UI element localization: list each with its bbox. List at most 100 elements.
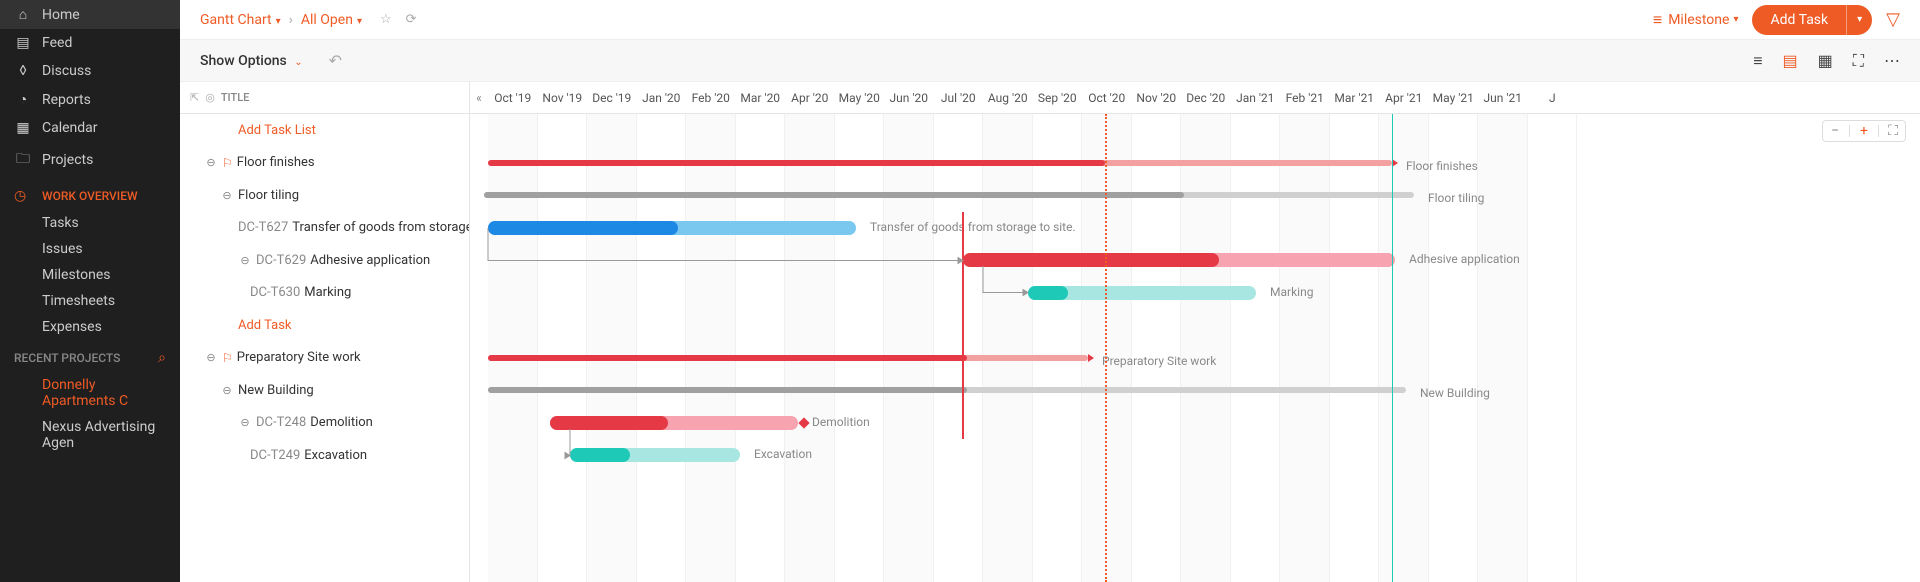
collapse-icon[interactable]: ⊖ [204, 156, 218, 169]
gantt-bar-progress [488, 355, 967, 361]
sidebar-item-timesheets[interactable]: Timesheets [0, 288, 180, 314]
add-task-button[interactable]: Add Task ▾ [1752, 5, 1872, 35]
month-header: Feb '21 [1280, 91, 1330, 105]
task-id: DC-T248 [256, 415, 306, 430]
view-selector[interactable]: Gantt Chart▾ [200, 12, 281, 28]
sidebar-item-home[interactable]: ⌂Home [0, 0, 180, 29]
sidebar-item-feed[interactable]: ▤Feed [0, 29, 180, 57]
task-row[interactable]: Add Task List [180, 114, 469, 147]
undo-icon[interactable]: ↶ [329, 51, 342, 70]
zoom-in-icon[interactable]: + [1856, 123, 1872, 139]
task-title: Floor tiling [238, 188, 299, 203]
gantt-panel[interactable]: « Oct '19Nov '19Dec '19Jan '20Feb '20Mar… [470, 82, 1920, 582]
refresh-icon[interactable]: ⟳ [406, 12, 417, 27]
work-overview-label: WORK OVERVIEW [42, 189, 138, 203]
filter-selector[interactable]: All Open▾ [301, 12, 362, 28]
gantt-bar[interactable]: Marking [1028, 286, 1256, 300]
fit-icon[interactable]: ⛶ [1885, 123, 1901, 139]
sidebar-item-calendar[interactable]: ▦ Calendar [0, 114, 180, 142]
gantt-bar[interactable]: Demolition [550, 416, 798, 430]
sidebar-item-label: Discuss [42, 63, 91, 79]
gantt-bar[interactable]: Excavation [570, 448, 740, 462]
clock-icon: ◷ [14, 188, 32, 204]
content: ⇱ ◎ TITLE Add Task List⊖⚐Floor finishes⊖… [180, 82, 1920, 582]
calendar-icon: ▦ [14, 120, 32, 136]
gantt-bar[interactable]: Floor tiling [484, 192, 1414, 198]
discuss-icon: ◊ [14, 63, 32, 79]
milestone-selector[interactable]: ≡ Milestone ▾ [1653, 10, 1739, 30]
task-row[interactable]: Add Task [180, 309, 469, 342]
month-header: May '21 [1429, 91, 1479, 105]
task-row[interactable]: ⊖ DC-T248 Demolition [180, 407, 469, 440]
add-link[interactable]: Add Task [238, 318, 292, 333]
task-title: New Building [238, 383, 314, 398]
sidebar-item-issues[interactable]: Issues [0, 236, 180, 262]
sidebar-item-label: Calendar [42, 120, 98, 136]
task-title: Floor finishes [237, 155, 315, 170]
month-header: Nov '20 [1132, 91, 1182, 105]
month-header: May '20 [835, 91, 885, 105]
gantt-body[interactable]: − + ⛶ Floor finishesFloor tilingTransfer… [470, 114, 1920, 582]
chevron-down-icon: ⌄ [294, 57, 302, 68]
sidebar-item-expenses[interactable]: Expenses [0, 314, 180, 340]
gantt-row: Marking [470, 277, 1920, 310]
gantt-bar-progress [488, 387, 967, 393]
recent-project[interactable]: Donnelly Apartments C [0, 372, 180, 414]
task-row[interactable]: ⊖⚐Preparatory Site work [180, 342, 469, 375]
sidebar-item-tasks[interactable]: Tasks [0, 210, 180, 236]
sidebar-item-discuss[interactable]: ◊ Discuss [0, 57, 180, 85]
gantt-bar-progress [1028, 286, 1068, 300]
task-row[interactable]: ⊖ Floor tiling [180, 179, 469, 212]
collapse-icon[interactable]: ⊖ [204, 351, 218, 364]
scroll-left-icon[interactable]: « [470, 91, 488, 105]
task-row[interactable]: ⊖ New Building [180, 374, 469, 407]
gantt-bar[interactable]: Preparatory Site work [488, 355, 1088, 361]
gantt-bar-progress [570, 448, 630, 462]
month-header: Jun '21 [1478, 91, 1528, 105]
search-icon[interactable]: ⌕ [158, 350, 166, 366]
task-row[interactable]: ⊖DC-T629Adhesive application [180, 244, 469, 277]
gantt-bar[interactable]: New Building [488, 387, 1406, 393]
chevron-down-icon: ▾ [276, 16, 281, 27]
collapse-icon[interactable]: ⊖ [220, 189, 234, 202]
collapse-icon[interactable]: ⊖ [220, 384, 234, 397]
sidebar-item-reports[interactable]: ◔Reports [0, 85, 180, 114]
month-header: Jul '20 [934, 91, 984, 105]
show-options-button[interactable]: Show Options ⌄ [200, 53, 303, 69]
calendar-icon[interactable]: ▦ [1818, 51, 1833, 70]
task-title: Demolition [310, 415, 373, 430]
sidebar-item-label: Feed [42, 35, 72, 51]
arrow-end-icon [1088, 354, 1094, 362]
target-icon[interactable]: ◎ [205, 91, 215, 104]
title-header-label: TITLE [221, 91, 250, 104]
gantt-bar-label: Excavation [754, 447, 812, 461]
month-header: Sep '20 [1033, 91, 1083, 105]
gantt-bar[interactable]: Floor finishes [488, 160, 1392, 166]
sidebar-item-label: Projects [42, 152, 93, 168]
task-row[interactable]: DC-T630Marking [180, 277, 469, 310]
gantt-row: New Building [470, 374, 1920, 407]
view-option-2-icon[interactable]: ▤ [1783, 51, 1798, 70]
filter-icon[interactable]: ▽ [1886, 9, 1900, 30]
add-link[interactable]: Add Task List [238, 123, 316, 138]
add-task-dropdown[interactable]: ▾ [1846, 5, 1872, 35]
gantt-bar-label: Floor tiling [1428, 191, 1484, 205]
task-row[interactable]: DC-T627Transfer of goods from storage to… [180, 212, 469, 245]
gantt-bar-label: Demolition [812, 415, 870, 429]
gantt-bar-label: Adhesive application [1409, 252, 1520, 266]
star-icon[interactable]: ☆ [380, 12, 392, 27]
month-header: Nov '19 [538, 91, 588, 105]
task-row[interactable]: DC-T249Excavation [180, 439, 469, 472]
fullscreen-icon[interactable]: ⛶ [1853, 51, 1864, 71]
task-row[interactable]: ⊖⚐Floor finishes [180, 147, 469, 180]
sidebar-item-milestones[interactable]: Milestones [0, 262, 180, 288]
sidebar-item-projects[interactable]: 🗀Projects [0, 142, 180, 178]
view-option-1-icon[interactable]: ≡ [1753, 51, 1762, 71]
more-icon[interactable]: ⋯ [1884, 51, 1900, 70]
zoom-out-icon[interactable]: − [1827, 123, 1843, 139]
collapse-icon[interactable]: ⊖ [238, 416, 252, 429]
recent-project[interactable]: Nexus Advertising Agen [0, 414, 180, 456]
topbar-icons: ☆ ⟳ [380, 12, 417, 27]
hierarchy-icon[interactable]: ⇱ [190, 91, 199, 104]
collapse-icon[interactable]: ⊖ [238, 254, 252, 267]
